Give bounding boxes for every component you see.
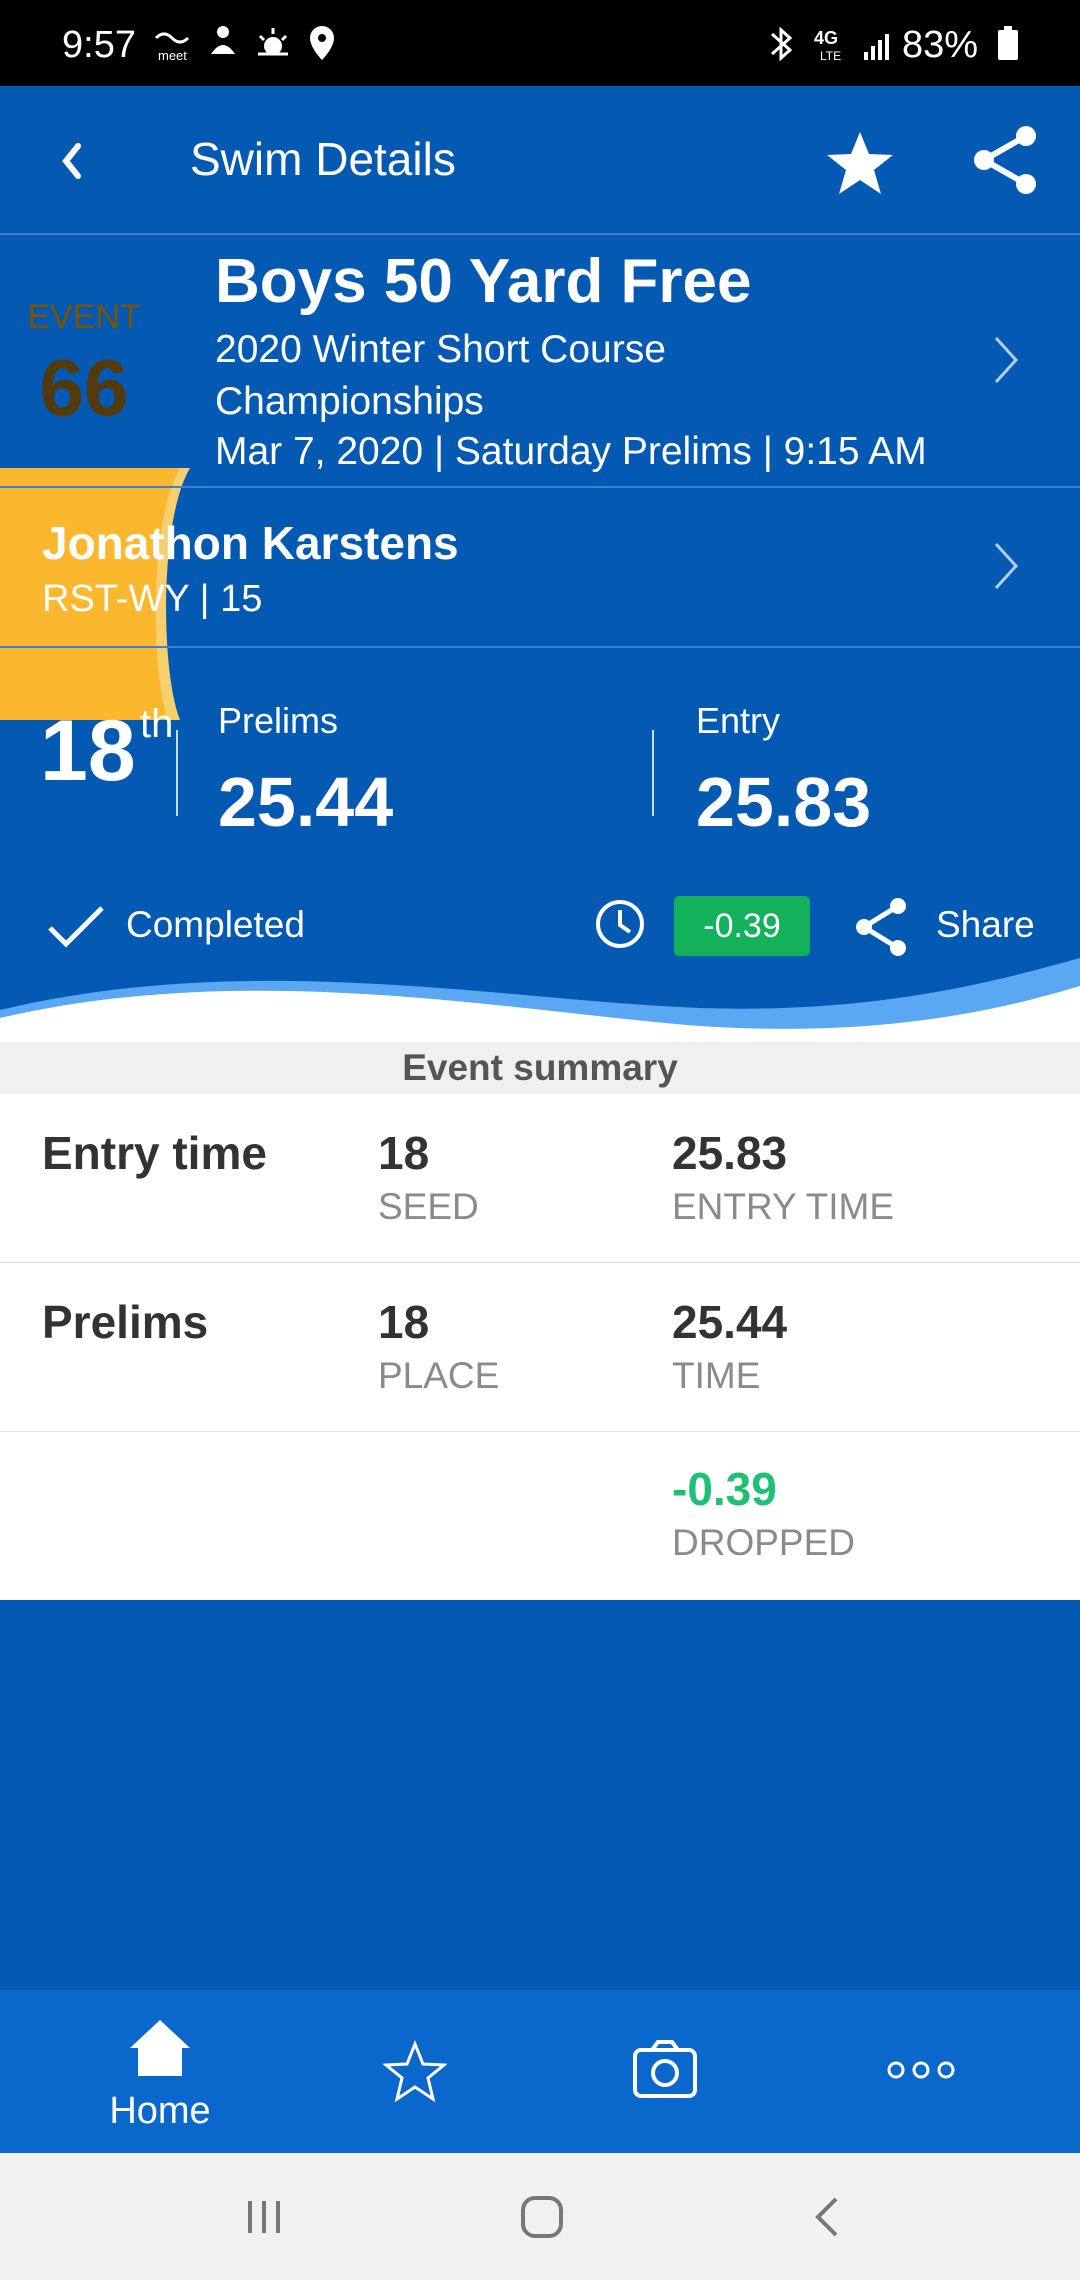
event-title: Boys 50 Yard Free (215, 247, 752, 316)
place-number: 18 (40, 703, 136, 799)
bluetooth-icon (766, 24, 796, 64)
nav-favorites[interactable] (323, 1990, 503, 2153)
star-icon (827, 132, 893, 194)
row-label: Prelims (42, 1296, 209, 1348)
event-date: Mar 7, 2020 | Saturday Prelims | 9:15 AM (215, 430, 927, 473)
time-drop-badge: -0.39 (674, 896, 810, 956)
row-label: Entry time (42, 1127, 267, 1179)
weather-icon (252, 24, 294, 64)
status-time: 9:57 (62, 24, 136, 66)
entry-time-value: 25.83 (672, 1127, 788, 1179)
system-nav-bar (0, 2153, 1080, 2280)
battery-percent: 83% (901, 24, 978, 66)
lte-icon: 4G LTE (812, 24, 852, 64)
place-label: PLACE (378, 1355, 500, 1396)
entry-time-label: ENTRY TIME (672, 1186, 895, 1227)
favorite-button[interactable] (820, 124, 900, 204)
event-row[interactable]: EVENT 66 Boys 50 Yard Free 2020 Winter S… (0, 234, 1080, 720)
time-label: TIME (672, 1355, 761, 1396)
system-back-button[interactable] (786, 2173, 866, 2259)
svg-text:4G: 4G (814, 28, 838, 48)
meet-icon: meet (152, 24, 196, 64)
chevron-left-icon (62, 143, 81, 179)
page-title: Swim Details (190, 133, 456, 185)
svg-text:meet: meet (158, 48, 187, 63)
share-icon (974, 126, 1036, 194)
status-bar: 9:57 meet 4G LTE 83% (0, 0, 1080, 86)
summary-table: Entry time 18 SEED 25.83 ENTRY TIME Prel… (0, 1094, 1080, 1600)
status-completed: Completed (126, 904, 305, 945)
summary-heading: Event summary (0, 1042, 1080, 1094)
svg-text:LTE: LTE (820, 49, 841, 63)
share-icon (856, 898, 906, 956)
share-label: Share (936, 904, 1035, 945)
swimmer-icon (205, 24, 241, 64)
back-icon (815, 2197, 838, 2237)
divider (652, 730, 654, 816)
nav-more[interactable] (830, 1990, 1010, 2153)
star-outline-icon (383, 2040, 447, 2103)
seed-label: SEED (378, 1186, 479, 1227)
share-button[interactable] (966, 122, 1046, 202)
table-row: Prelims 18 PLACE 25.44 TIME (0, 1263, 1080, 1431)
location-icon (305, 24, 339, 64)
dropped-value: -0.39 (672, 1463, 777, 1515)
nav-camera[interactable] (576, 1990, 756, 2153)
event-number: 66 (39, 343, 129, 432)
nav-home[interactable]: Home (70, 1990, 250, 2153)
divider (176, 730, 178, 816)
battery-icon (996, 24, 1020, 64)
recent-apps-button[interactable] (222, 2173, 302, 2259)
table-row: Entry time 18 SEED 25.83 ENTRY TIME (0, 1094, 1080, 1262)
chevron-right-icon (994, 542, 1019, 590)
table-row: -0.39 DROPPED (0, 1432, 1080, 1600)
recent-apps-icon (248, 2201, 280, 2233)
wave-decoration (0, 958, 1080, 1042)
more-icon (887, 2061, 955, 2079)
camera-icon (633, 2040, 697, 2098)
meet-name: 2020 Winter Short Course Championships (215, 328, 666, 423)
place-suffix: th (140, 702, 174, 746)
entry-label: Entry (696, 700, 781, 741)
swimmer-name: Jonathon Karstens (42, 517, 459, 569)
back-button[interactable] (48, 126, 108, 196)
clock-icon (596, 900, 644, 948)
divider (0, 646, 1080, 648)
seed-value: 18 (378, 1127, 430, 1179)
dropped-label: DROPPED (672, 1522, 855, 1563)
time-value: 25.44 (672, 1296, 788, 1348)
signal-icon (862, 24, 896, 64)
system-home-button[interactable] (502, 2173, 582, 2259)
place-value: 18 (378, 1296, 430, 1348)
entry-time: 25.83 (696, 763, 872, 841)
chevron-right-icon (994, 336, 1019, 384)
prelims-label: Prelims (218, 700, 339, 741)
home-circle-icon (521, 2196, 563, 2238)
nav-home-label: Home (109, 2090, 211, 2132)
bottom-nav: Home (0, 1990, 1080, 2153)
swimmer-team-age: RST-WY | 15 (42, 578, 263, 620)
event-label: EVENT (27, 298, 141, 336)
check-icon (48, 906, 104, 948)
app-header: Swim Details (0, 86, 1080, 234)
prelims-time: 25.44 (218, 763, 394, 841)
home-icon (130, 2020, 190, 2076)
